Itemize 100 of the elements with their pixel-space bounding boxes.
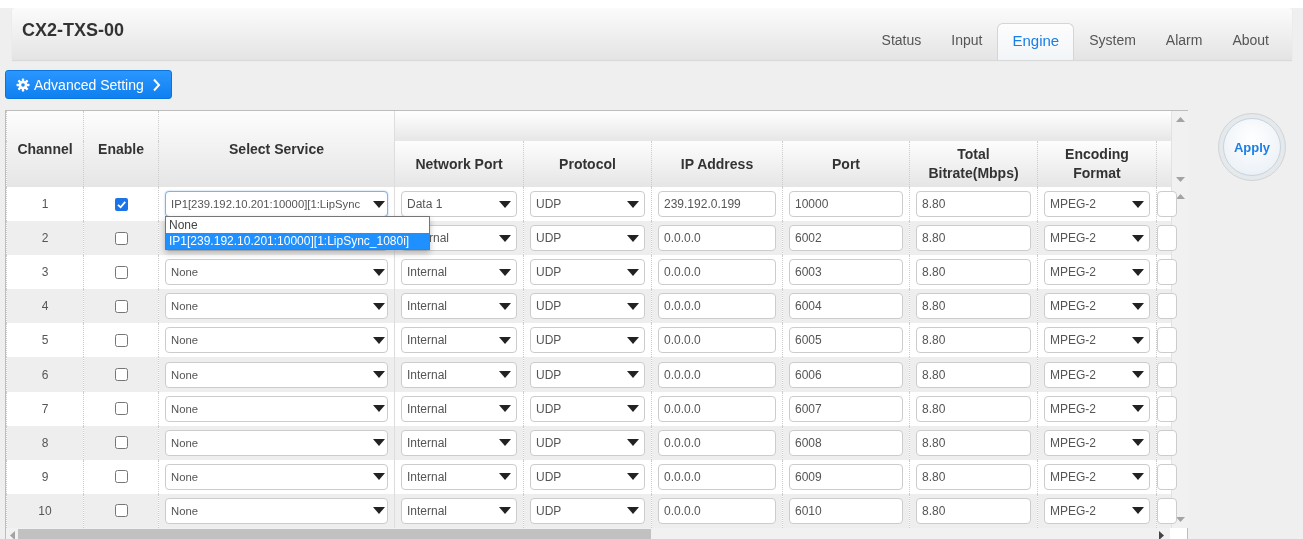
- dropdown[interactable]: MPEG-2: [1044, 191, 1150, 218]
- text-field[interactable]: 0.0.0.0: [658, 463, 776, 490]
- text-field[interactable]: 8.80: [916, 361, 1031, 388]
- text-field[interactable]: 6005: [789, 327, 903, 354]
- text-field[interactable]: 8.80: [916, 293, 1031, 320]
- scroll-left-icon[interactable]: [10, 530, 15, 539]
- dropdown[interactable]: None: [165, 463, 388, 490]
- dropdown[interactable]: None: [165, 259, 388, 286]
- dropdown[interactable]: Internal: [401, 259, 517, 286]
- text-field[interactable]: 8.80: [916, 225, 1031, 252]
- text-field[interactable]: 6006: [789, 361, 903, 388]
- text-field[interactable]: 10000: [789, 191, 903, 218]
- text-field[interactable]: 8.80: [916, 429, 1031, 456]
- text-field[interactable]: 6007: [789, 395, 903, 422]
- text-field[interactable]: 6009: [789, 463, 903, 490]
- dropdown[interactable]: Internal: [401, 395, 517, 422]
- checkbox[interactable]: [114, 470, 128, 484]
- text-field[interactable]: 8.80: [916, 327, 1031, 354]
- text-field[interactable]: 239.192.0.199: [658, 191, 776, 218]
- dropdown[interactable]: MPEG-2: [1044, 497, 1150, 524]
- text-field[interactable]: 0.0.0.0: [658, 497, 776, 524]
- dropdown[interactable]: MPEG-2: [1044, 361, 1150, 388]
- text-field[interactable]: [1157, 293, 1177, 320]
- checkbox[interactable]: [114, 368, 128, 381]
- checkbox[interactable]: [114, 197, 128, 211]
- dropdown[interactable]: Internal: [401, 327, 517, 354]
- dropdown[interactable]: UDP: [530, 225, 645, 252]
- dropdown[interactable]: UDP: [530, 361, 645, 388]
- nav-tab[interactable]: Alarm: [1150, 23, 1218, 60]
- dropdown[interactable]: MPEG-2: [1044, 259, 1150, 286]
- text-field[interactable]: 8.80: [916, 259, 1031, 286]
- nav-tab[interactable]: Input: [936, 23, 998, 60]
- dropdown[interactable]: None: [165, 497, 388, 524]
- text-field[interactable]: [1157, 225, 1177, 252]
- dropdown[interactable]: MPEG-2: [1044, 327, 1150, 354]
- text-field[interactable]: 6003: [789, 259, 903, 286]
- checkbox[interactable]: [114, 504, 128, 518]
- dropdown[interactable]: UDP: [530, 497, 645, 524]
- text-field[interactable]: 0.0.0.0: [658, 293, 776, 320]
- text-field[interactable]: 6010: [789, 497, 903, 524]
- text-field[interactable]: 8.80: [916, 463, 1031, 490]
- nav-tab[interactable]: Engine: [997, 23, 1075, 60]
- scroll-right-icon[interactable]: [1159, 530, 1164, 539]
- dropdown[interactable]: IP1[239.192.10.201:10000][1:LipSync: [165, 191, 388, 218]
- text-field[interactable]: 0.0.0.0: [658, 429, 776, 456]
- text-field[interactable]: 0.0.0.0: [658, 327, 776, 354]
- dropdown[interactable]: UDP: [530, 259, 645, 286]
- dropdown[interactable]: Internal: [401, 429, 517, 456]
- nav-tab[interactable]: Status: [866, 23, 937, 60]
- dropdown[interactable]: None: [165, 293, 388, 320]
- dropdown[interactable]: None: [165, 361, 388, 388]
- text-field[interactable]: 0.0.0.0: [658, 225, 776, 252]
- nav-tab[interactable]: About: [1217, 23, 1284, 60]
- text-field[interactable]: 6004: [789, 293, 903, 320]
- dropdown[interactable]: MPEG-2: [1044, 463, 1150, 490]
- checkbox[interactable]: [114, 333, 128, 347]
- dropdown[interactable]: UDP: [530, 191, 645, 218]
- checkbox[interactable]: [114, 299, 128, 313]
- dropdown[interactable]: UDP: [530, 395, 645, 422]
- dropdown[interactable]: MPEG-2: [1044, 225, 1150, 252]
- text-field[interactable]: 8.80: [916, 497, 1031, 524]
- text-field[interactable]: [1157, 361, 1177, 388]
- dropdown[interactable]: UDP: [530, 327, 645, 354]
- dropdown[interactable]: UDP: [530, 463, 645, 490]
- dropdown[interactable]: Internal: [401, 361, 517, 388]
- checkbox[interactable]: [114, 231, 128, 245]
- dropdown[interactable]: None: [165, 395, 388, 422]
- scrollbar-thumb[interactable]: [18, 529, 651, 539]
- dropdown[interactable]: MPEG-2: [1044, 395, 1150, 422]
- text-field[interactable]: [1157, 191, 1177, 218]
- text-field[interactable]: [1157, 395, 1177, 422]
- text-field[interactable]: 0.0.0.0: [658, 361, 776, 388]
- text-field[interactable]: [1157, 463, 1177, 490]
- dropdown[interactable]: Internal: [401, 293, 517, 320]
- dropdown[interactable]: None: [165, 429, 388, 456]
- dropdown[interactable]: UDP: [530, 429, 645, 456]
- dropdown[interactable]: UDP: [530, 293, 645, 320]
- text-field[interactable]: 0.0.0.0: [658, 259, 776, 286]
- dropdown[interactable]: MPEG-2: [1044, 429, 1150, 456]
- dropdown[interactable]: None: [165, 327, 388, 354]
- text-field[interactable]: [1157, 429, 1177, 456]
- dropdown[interactable]: Data 1: [401, 191, 517, 218]
- text-field[interactable]: 8.80: [916, 395, 1031, 422]
- scroll-up-icon[interactable]: [1175, 194, 1185, 199]
- checkbox[interactable]: [114, 436, 128, 450]
- checkbox[interactable]: [114, 402, 128, 416]
- text-field[interactable]: 0.0.0.0: [658, 395, 776, 422]
- scroll-down-icon[interactable]: [1175, 517, 1185, 522]
- dropdown[interactable]: Internal: [401, 497, 517, 524]
- checkbox[interactable]: [114, 265, 128, 279]
- text-field[interactable]: [1157, 497, 1177, 524]
- scroll-up-icon[interactable]: [1175, 117, 1185, 122]
- scroll-down-icon[interactable]: [1175, 177, 1185, 182]
- dropdown[interactable]: Internal: [401, 463, 517, 490]
- dropdown[interactable]: MPEG-2: [1044, 293, 1150, 320]
- text-field[interactable]: [1157, 327, 1177, 354]
- text-field[interactable]: 6002: [789, 225, 903, 252]
- apply-button[interactable]: Apply: [1223, 118, 1281, 176]
- text-field[interactable]: 8.80: [916, 191, 1031, 218]
- text-field[interactable]: [1157, 259, 1177, 286]
